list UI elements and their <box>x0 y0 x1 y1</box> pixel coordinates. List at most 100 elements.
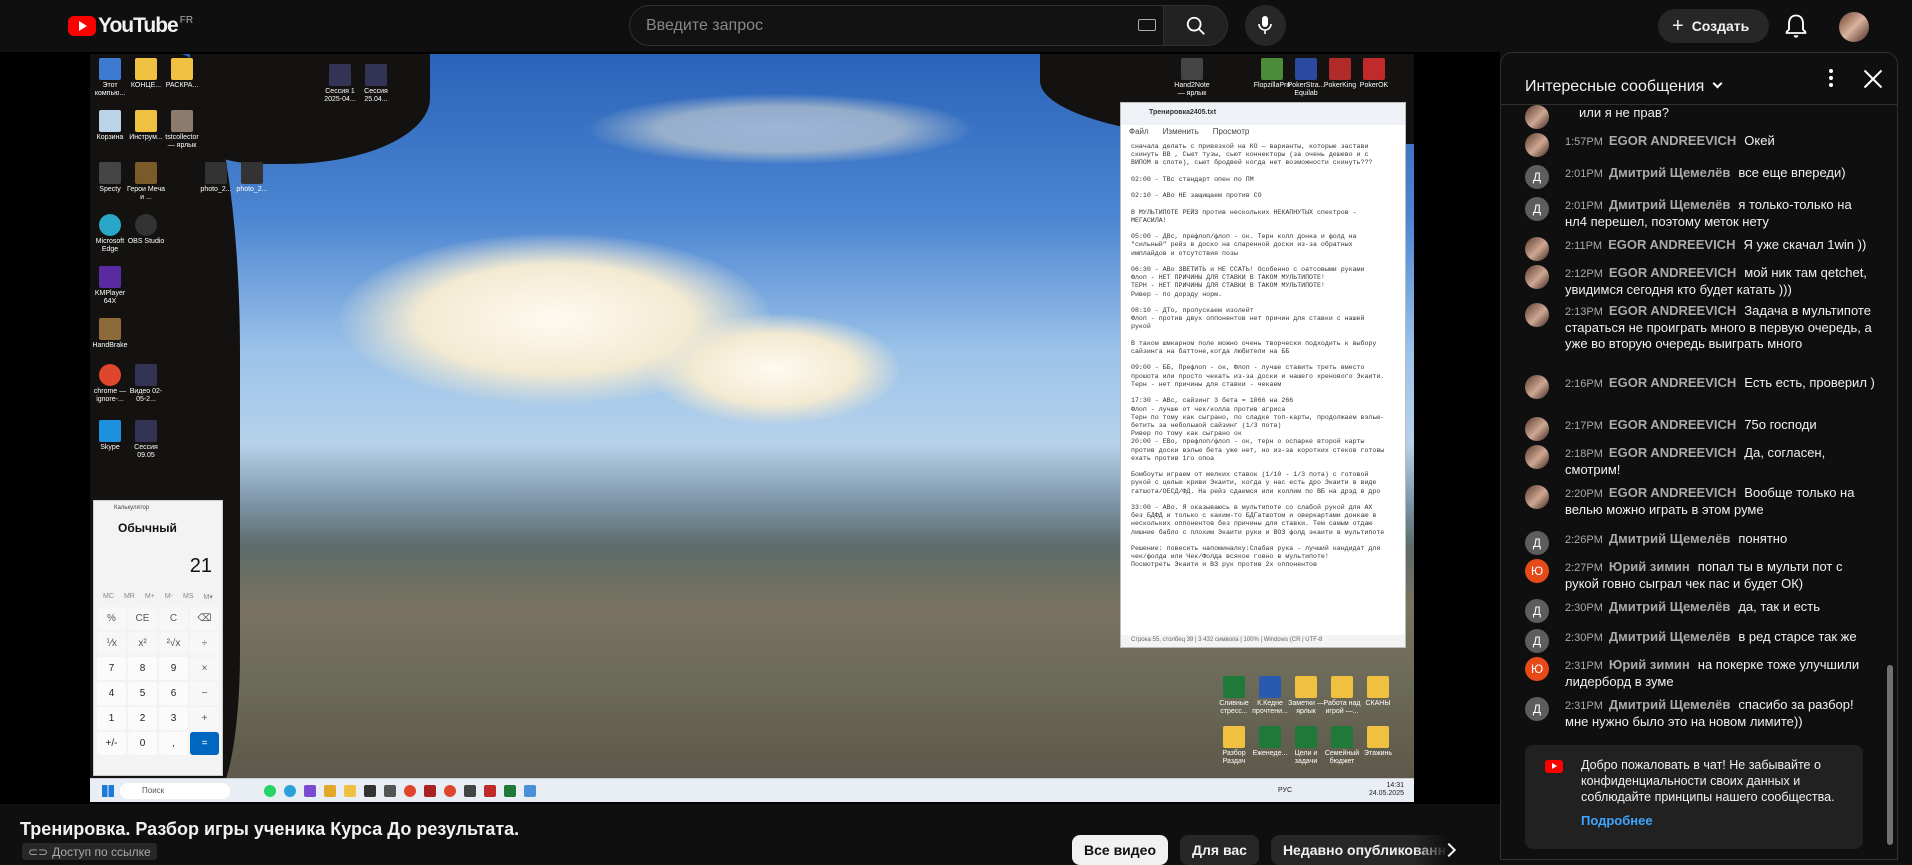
windows-start-icon[interactable] <box>102 785 114 797</box>
taskbar-clock[interactable]: 14:31 24.05.2025 <box>1369 782 1404 798</box>
desktop-icon[interactable]: Герои Меча и ... <box>126 162 166 202</box>
calculator-icon[interactable] <box>524 785 536 797</box>
chip-recently-published[interactable]: Недавно опубликованные <box>1270 835 1449 865</box>
learn-more-link[interactable]: Подробнее <box>1581 813 1851 829</box>
calc-key[interactable]: % <box>97 607 126 630</box>
calc-key[interactable]: 2 <box>128 707 157 730</box>
avatar[interactable]: Ю <box>1525 657 1549 681</box>
desktop-icon[interactable]: Skype <box>90 420 130 452</box>
avatar[interactable] <box>1525 445 1549 469</box>
calc-key-equals[interactable]: = <box>190 732 219 755</box>
avatar[interactable] <box>1525 375 1549 399</box>
calc-key[interactable]: M▾ <box>204 593 213 601</box>
voice-search-button[interactable] <box>1245 5 1286 46</box>
calc-key[interactable]: 5 <box>128 682 157 705</box>
calc-key[interactable]: ⅟x <box>97 632 126 655</box>
avatar[interactable] <box>1525 417 1549 441</box>
avatar[interactable]: Д <box>1525 165 1549 189</box>
app-icon[interactable] <box>464 785 476 797</box>
menu-edit[interactable]: Изменить <box>1163 127 1199 137</box>
app-icon[interactable] <box>384 785 396 797</box>
notifications-bell-icon[interactable] <box>1782 12 1810 40</box>
chrome-icon[interactable] <box>444 785 456 797</box>
calc-key[interactable]: CE <box>128 607 157 630</box>
calc-key[interactable]: 7 <box>97 657 126 680</box>
desktop-icon[interactable]: chrome — ignore-... <box>90 364 130 404</box>
calc-key[interactable]: − <box>190 682 219 705</box>
calc-key[interactable]: M+ <box>145 593 155 601</box>
chip-for-you[interactable]: Для вас <box>1180 835 1259 865</box>
desktop-icon[interactable]: OBS Studio <box>126 214 166 246</box>
avatar[interactable] <box>1525 105 1549 129</box>
calc-key[interactable]: ÷ <box>190 632 219 655</box>
desktop-icon[interactable]: tstcollector — ярлык <box>162 110 202 150</box>
calc-key[interactable]: 1 <box>97 707 126 730</box>
notepad-text[interactable]: сначала делать с привязкой на КО — вариа… <box>1121 139 1405 624</box>
search-input[interactable] <box>646 6 1086 45</box>
avatar[interactable]: Д <box>1525 531 1549 555</box>
calc-key[interactable]: C <box>159 607 188 630</box>
desktop-icon[interactable]: Еженеде... <box>1250 726 1290 758</box>
desktop-icon[interactable]: Инструм... <box>126 110 166 142</box>
desktop-icon[interactable]: Работа над игрой —... <box>1322 676 1362 716</box>
keyboard-icon[interactable] <box>1138 19 1156 31</box>
calc-key[interactable]: +/- <box>97 732 126 755</box>
avatar[interactable] <box>1525 303 1549 327</box>
calc-key[interactable]: ⌫ <box>190 607 219 630</box>
chat-scrollbar[interactable] <box>1887 665 1893 845</box>
calculator-mode[interactable]: Обычный <box>94 517 222 535</box>
desktop-icon[interactable]: К.Кедне прочтени... <box>1250 676 1290 716</box>
menu-file[interactable]: Файл <box>1129 127 1149 137</box>
desktop-icon[interactable]: Specty <box>90 162 130 194</box>
desktop-icon[interactable]: Hand2Note — ярлык <box>1172 58 1212 98</box>
calc-key[interactable]: 9 <box>159 657 188 680</box>
desktop-icon[interactable]: KMPlayer 64X <box>90 266 130 306</box>
avatar[interactable] <box>1525 237 1549 261</box>
notepad-window[interactable]: Тренировка2405.txt Файл Изменить Просмот… <box>1120 102 1406 648</box>
avatar[interactable]: Ю <box>1525 559 1549 583</box>
desktop-icon[interactable]: Сессия 1 2025-04... <box>320 64 360 104</box>
avatar[interactable]: Д <box>1525 197 1549 221</box>
desktop-icon[interactable]: Разбор Раздач <box>1214 726 1254 766</box>
calc-key[interactable]: + <box>190 707 219 730</box>
desktop-icon[interactable]: Сливные стресс... <box>1214 676 1254 716</box>
calc-key[interactable]: 8 <box>128 657 157 680</box>
desktop-icon[interactable]: Цели и задачи <box>1286 726 1326 766</box>
calc-key[interactable]: 3 <box>159 707 188 730</box>
calc-key[interactable]: 4 <box>97 682 126 705</box>
chip-all-videos[interactable]: Все видео <box>1072 835 1169 865</box>
app-icon[interactable] <box>364 785 376 797</box>
telegram-icon[interactable] <box>284 785 296 797</box>
desktop-icon[interactable]: Семейный бюджет <box>1322 726 1362 766</box>
app-icon[interactable] <box>324 785 336 797</box>
app-icon[interactable] <box>484 785 496 797</box>
app-icon[interactable] <box>304 785 316 797</box>
keyboard-language[interactable]: РУС <box>1278 787 1292 794</box>
chevron-down-icon[interactable] <box>1712 78 1723 89</box>
avatar[interactable]: Д <box>1525 697 1549 721</box>
desktop-icon[interactable]: Корзина <box>90 110 130 142</box>
calc-key[interactable]: MR <box>124 593 135 601</box>
desktop-icon[interactable]: КОНЦЕ... <box>126 58 166 90</box>
search-button[interactable] <box>1164 5 1228 46</box>
chat-mode-selector[interactable]: Интересные сообщения <box>1525 78 1704 96</box>
youtube-logo[interactable]: YouTube FR <box>68 14 193 38</box>
calc-key[interactable]: MS <box>183 593 194 601</box>
calculator-window[interactable]: Калькулятор Обычный 21 MC MR M+ M- MS M▾… <box>93 500 223 776</box>
desktop-icon[interactable]: СКАНЫ <box>1358 676 1398 708</box>
desktop-icon[interactable]: photo_2... <box>232 162 272 194</box>
close-icon[interactable] <box>1863 69 1883 89</box>
desktop-icon[interactable]: HandBrake <box>90 318 130 350</box>
desktop-icon[interactable]: PokerOK <box>1354 58 1394 90</box>
calc-key[interactable]: × <box>190 657 219 680</box>
desktop-icon[interactable]: РАСКРА... <box>162 58 202 90</box>
app-icon[interactable] <box>424 785 436 797</box>
desktop-icon[interactable]: Сессия 25.04... <box>356 64 396 104</box>
calc-key[interactable]: 0 <box>128 732 157 755</box>
avatar[interactable]: Д <box>1525 629 1549 653</box>
calc-key[interactable]: x² <box>128 632 157 655</box>
desktop-icon[interactable]: Этот компью... <box>90 58 130 98</box>
create-button[interactable]: + Создать <box>1658 9 1769 43</box>
more-options-icon[interactable] <box>1829 69 1833 87</box>
avatar[interactable] <box>1525 485 1549 509</box>
